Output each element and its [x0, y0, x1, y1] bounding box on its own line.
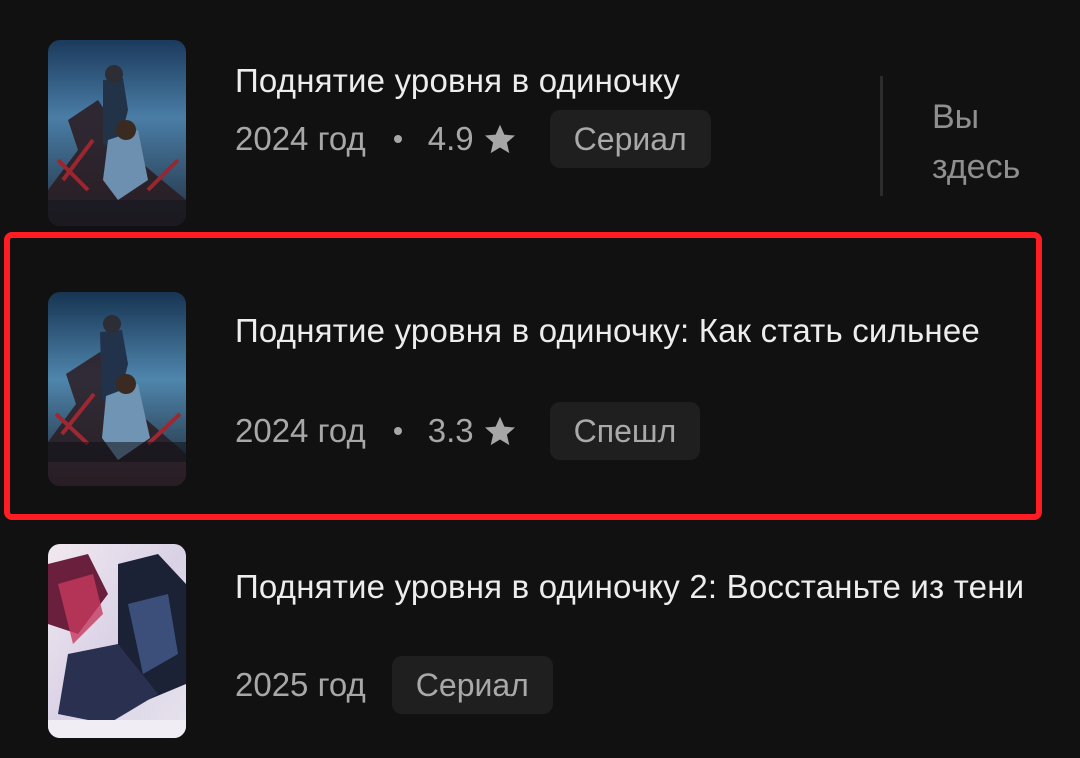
star-icon [484, 416, 515, 446]
separator-dot [393, 135, 402, 143]
item-meta: 2025 год Сериал [235, 656, 553, 714]
item-title[interactable]: Поднятие уровня в одиночку [235, 59, 855, 103]
item-title[interactable]: Поднятие уровня в одиночку: Как стать си… [235, 309, 995, 353]
list-item[interactable]: Поднятие уровня в одиночку 2024 год 4.9 … [0, 40, 1080, 226]
item-meta: 2024 год 3.3 Спешл [235, 402, 701, 460]
divider [880, 76, 883, 196]
current-item-label: Вы здесь [932, 98, 1021, 186]
poster-thumbnail[interactable] [48, 544, 186, 738]
rating-value: 3.3 [427, 412, 474, 449]
related-titles-list: Поднятие уровня в одиночку 2024 год 4.9 … [0, 0, 1080, 758]
anime-poster-image [48, 40, 186, 226]
item-title[interactable]: Поднятие уровня в одиночку 2: Восстаньте… [235, 565, 1035, 609]
type-badge: Сериал [391, 656, 553, 714]
star-icon [484, 124, 515, 154]
poster-thumbnail[interactable] [48, 292, 186, 486]
type-badge: Спешл [549, 402, 701, 460]
list-item[interactable]: Поднятие уровня в одиночку 2: Восстаньте… [0, 544, 1080, 738]
release-year: 2025 год [235, 666, 366, 703]
separator-dot [393, 427, 402, 435]
item-meta: 2024 год 4.9 Сериал [235, 110, 711, 168]
release-year: 2024 год [235, 412, 366, 449]
anime-poster-image [48, 292, 186, 486]
list-item[interactable]: Поднятие уровня в одиночку: Как стать си… [0, 292, 1080, 486]
rating-value: 4.9 [427, 120, 474, 157]
poster-thumbnail[interactable] [48, 40, 186, 226]
release-year: 2024 год [235, 120, 366, 157]
type-badge: Сериал [549, 110, 711, 168]
anime-poster-image [48, 544, 186, 738]
